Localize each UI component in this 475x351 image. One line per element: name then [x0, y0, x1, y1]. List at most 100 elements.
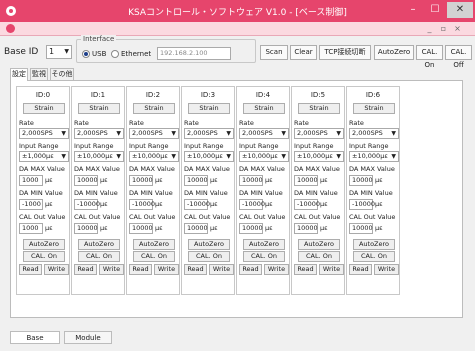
- read-button[interactable]: Read: [294, 264, 317, 275]
- input-range-select[interactable]: ±10,000με ▼: [239, 151, 289, 162]
- read-button[interactable]: Read: [239, 264, 262, 275]
- input-range-select[interactable]: ±10,000με ▼: [184, 151, 234, 162]
- da-min-input[interactable]: -1000: [19, 199, 43, 210]
- cal-on-button[interactable]: CAL. On: [243, 251, 285, 262]
- input-range-select[interactable]: ±10,000με ▼: [129, 151, 179, 162]
- tab-other[interactable]: その他: [50, 68, 74, 80]
- autozero-button[interactable]: AutoZero: [78, 239, 120, 250]
- strain-button[interactable]: Strain: [243, 103, 285, 114]
- ip-address-input[interactable]: 192.168.2.100: [157, 47, 231, 60]
- cal-out-input[interactable]: 10000: [74, 223, 98, 234]
- child-restore-button[interactable]: ▫: [438, 23, 449, 34]
- write-button[interactable]: Write: [209, 264, 234, 275]
- da-max-input[interactable]: 10000: [349, 175, 373, 186]
- write-button[interactable]: Write: [264, 264, 289, 275]
- close-button[interactable]: ✕: [447, 2, 473, 18]
- da-min-label: DA MIN Value: [19, 189, 63, 197]
- read-button[interactable]: Read: [19, 264, 42, 275]
- da-min-label: DA MIN Value: [184, 189, 228, 197]
- clear-button[interactable]: Clear: [290, 45, 317, 60]
- base-id-value: 1: [49, 47, 55, 56]
- da-min-input[interactable]: -10000: [74, 199, 100, 210]
- autozero-button[interactable]: AutoZero: [133, 239, 175, 250]
- rate-label: Rate: [239, 119, 254, 127]
- usb-radio[interactable]: [82, 50, 90, 58]
- input-range-select[interactable]: ±10,000με ▼: [294, 151, 344, 162]
- ethernet-radio[interactable]: [111, 50, 119, 58]
- input-range-select[interactable]: ±1,000με ▼: [19, 151, 69, 162]
- da-max-input[interactable]: 10000: [294, 175, 318, 186]
- cal-on-button[interactable]: CAL. On: [23, 251, 65, 262]
- rate-select[interactable]: 2,000SPS ▼: [19, 128, 69, 139]
- da-min-input[interactable]: -10000: [239, 199, 265, 210]
- child-minimize-button[interactable]: _: [424, 23, 435, 34]
- cal-out-input[interactable]: 10000: [294, 223, 318, 234]
- strain-button[interactable]: Strain: [133, 103, 175, 114]
- da-max-input[interactable]: 1000: [19, 175, 43, 186]
- rate-select[interactable]: 2,000SPS ▼: [294, 128, 344, 139]
- rate-select[interactable]: 2,000SPS ▼: [184, 128, 234, 139]
- read-button[interactable]: Read: [129, 264, 152, 275]
- da-max-unit: με: [100, 176, 108, 184]
- rate-select[interactable]: 2,000SPS ▼: [74, 128, 124, 139]
- cal-on-button[interactable]: CAL. On: [298, 251, 340, 262]
- child-window-icon[interactable]: [6, 24, 15, 33]
- cal-on-all-button[interactable]: CAL. On: [416, 45, 443, 69]
- da-min-input[interactable]: -10000: [349, 199, 375, 210]
- write-button[interactable]: Write: [44, 264, 69, 275]
- chevron-down-icon: ▼: [64, 48, 69, 55]
- autozero-button[interactable]: AutoZero: [23, 239, 65, 250]
- cal-out-input[interactable]: 1000: [19, 223, 43, 234]
- da-max-input[interactable]: 10000: [239, 175, 263, 186]
- cal-out-input[interactable]: 10000: [239, 223, 263, 234]
- chevron-down-icon: ▼: [336, 130, 341, 137]
- strain-button[interactable]: Strain: [78, 103, 120, 114]
- autozero-button[interactable]: AutoZero: [298, 239, 340, 250]
- cal-out-input[interactable]: 10000: [349, 223, 373, 234]
- autozero-all-button[interactable]: AutoZero: [374, 45, 414, 60]
- strain-button[interactable]: Strain: [353, 103, 395, 114]
- write-button[interactable]: Write: [154, 264, 179, 275]
- autozero-button[interactable]: AutoZero: [188, 239, 230, 250]
- tab-base[interactable]: Base: [10, 331, 60, 344]
- rate-select[interactable]: 2,000SPS ▼: [239, 128, 289, 139]
- da-max-input[interactable]: 10000: [184, 175, 208, 186]
- strain-button[interactable]: Strain: [298, 103, 340, 114]
- read-button[interactable]: Read: [184, 264, 207, 275]
- write-button[interactable]: Write: [319, 264, 344, 275]
- rate-select[interactable]: 2,000SPS ▼: [129, 128, 179, 139]
- da-max-input[interactable]: 10000: [129, 175, 153, 186]
- strain-button[interactable]: Strain: [188, 103, 230, 114]
- tab-monitor[interactable]: 監視: [30, 68, 48, 80]
- strain-button[interactable]: Strain: [23, 103, 65, 114]
- rate-select[interactable]: 2,000SPS ▼: [349, 128, 399, 139]
- tcp-disconnect-button[interactable]: TCP接続切断: [319, 45, 371, 60]
- tab-module[interactable]: Module: [64, 331, 112, 344]
- da-max-input[interactable]: 10000: [74, 175, 98, 186]
- autozero-button[interactable]: AutoZero: [353, 239, 395, 250]
- cal-on-button[interactable]: CAL. On: [353, 251, 395, 262]
- write-button[interactable]: Write: [99, 264, 124, 275]
- cal-on-button[interactable]: CAL. On: [133, 251, 175, 262]
- da-min-input[interactable]: -10000: [294, 199, 320, 210]
- cal-on-button[interactable]: CAL. On: [188, 251, 230, 262]
- base-id-select[interactable]: 1 ▼: [46, 45, 72, 59]
- read-button[interactable]: Read: [349, 264, 372, 275]
- scan-button[interactable]: Scan: [260, 45, 288, 60]
- input-range-select[interactable]: ±10,000με ▼: [349, 151, 399, 162]
- input-range-select[interactable]: ±10,000με ▼: [74, 151, 124, 162]
- minimize-button[interactable]: –: [402, 2, 424, 18]
- autozero-button[interactable]: AutoZero: [243, 239, 285, 250]
- read-button[interactable]: Read: [74, 264, 97, 275]
- cal-out-input[interactable]: 10000: [184, 223, 208, 234]
- write-button[interactable]: Write: [374, 264, 399, 275]
- cal-off-all-button[interactable]: CAL. Off: [445, 45, 472, 69]
- chevron-down-icon: ▼: [116, 130, 121, 137]
- cal-on-button[interactable]: CAL. On: [78, 251, 120, 262]
- da-min-input[interactable]: -10000: [129, 199, 155, 210]
- maximize-button[interactable]: ☐: [424, 2, 446, 18]
- child-close-button[interactable]: ×: [452, 23, 463, 34]
- cal-out-input[interactable]: 10000: [129, 223, 153, 234]
- tab-settings[interactable]: 設定: [10, 68, 28, 81]
- da-min-input[interactable]: -10000: [184, 199, 210, 210]
